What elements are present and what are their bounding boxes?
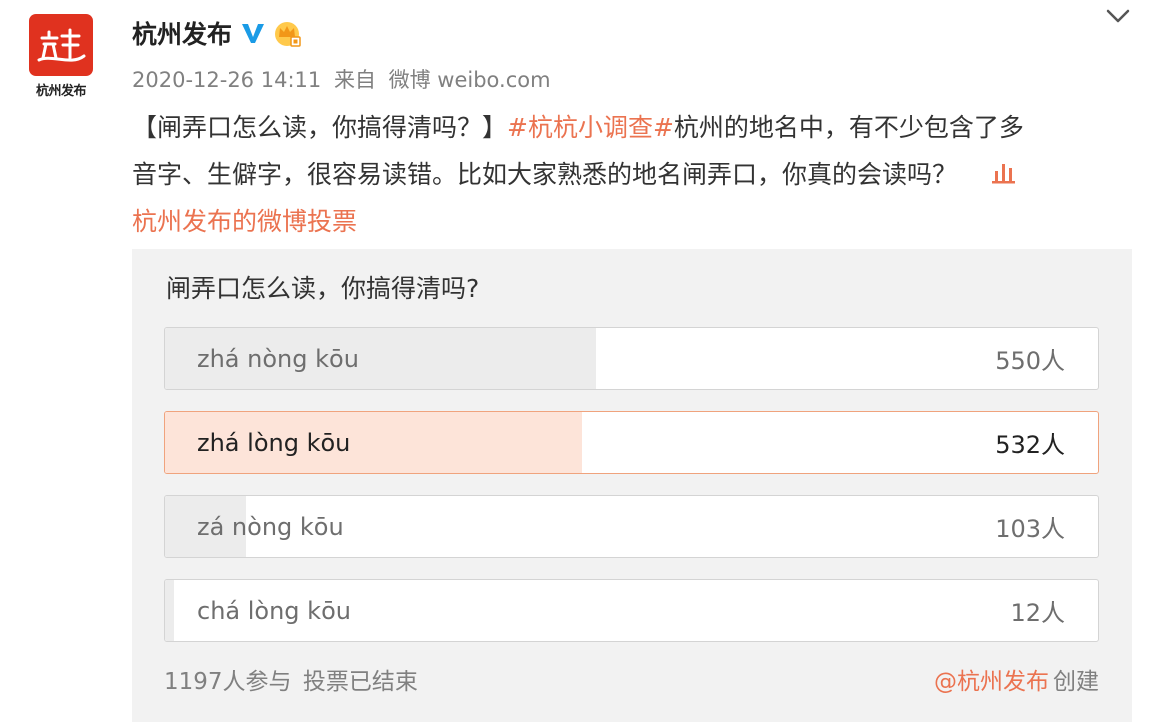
poll-title: 闸弄口怎么读，你搞得清吗? <box>166 274 480 303</box>
option-count: 103人 <box>995 515 1065 543</box>
avatar[interactable]: 杭州发布 <box>26 14 96 99</box>
source-prefix: 来自 <box>333 68 376 92</box>
poll-participants: 1197人参与 <box>164 669 292 695</box>
post-text: 【闸弄口怎么读，你搞得清吗？】#杭杭小调查#杭州的地名中，有不少包含了多 音字、… <box>132 104 1122 245</box>
poll-icon <box>991 153 1017 184</box>
option-label: chá lòng kōu <box>197 596 351 625</box>
option-result-bar <box>165 580 175 641</box>
option-label: zá nòng kōu <box>197 512 344 541</box>
post-headline: 【闸弄口怎么读，你搞得清吗？】 <box>132 113 508 142</box>
post-timestamp[interactable]: 2020-12-26 14:11 <box>132 68 321 92</box>
option-label: zhá nòng kōu <box>197 344 359 373</box>
post-line-3: 杭州发布的微博投票 <box>132 198 1122 245</box>
vote-link[interactable]: 杭州发布的微博投票 <box>132 207 357 236</box>
hangzhou-logo-icon <box>29 14 93 76</box>
option-label: zhá lòng kōu <box>197 428 351 457</box>
option-count: 550人 <box>995 347 1065 375</box>
poll-footer-status: 1197人参与 投票已结束 <box>164 662 422 696</box>
post-line-2-text: 音字、生僻字，很容易读错。比如大家熟悉的地名闸弄口，你真的会读吗？ <box>132 160 958 189</box>
poll-card: 闸弄口怎么读，你搞得清吗? zhá nòng kōu 550人 zhá lòng… <box>132 249 1132 722</box>
avatar-label: 杭州发布 <box>35 84 87 99</box>
poll-option[interactable]: zhá nòng kōu 550人 <box>164 327 1099 390</box>
poll-option[interactable]: zhá lòng kōu 532人 <box>164 411 1099 474</box>
post-source[interactable]: 微博 weibo.com <box>389 68 551 92</box>
poll-footer-creator: @杭州发布 创建 <box>934 662 1099 696</box>
user-name[interactable]: 杭州发布 <box>132 15 232 51</box>
chevron-down-icon[interactable] <box>1104 6 1132 26</box>
post-line-1: 【闸弄口怎么读，你搞得清吗？】#杭杭小调查#杭州的地名中，有不少包含了多 <box>132 104 1122 151</box>
vip-crown-icon[interactable] <box>272 18 302 48</box>
hashtag-link[interactable]: #杭杭小调查# <box>507 113 674 142</box>
poll-option[interactable]: chá lòng kōu 12人 <box>164 579 1099 642</box>
user-header: 杭州发布 <box>132 14 302 52</box>
option-count: 12人 <box>1010 599 1065 627</box>
poll-creator-link[interactable]: @杭州发布 <box>934 669 1049 695</box>
post-meta: 2020-12-26 14:11 来自 微博 weibo.com <box>132 64 557 94</box>
poll-status: 投票已结束 <box>302 669 418 695</box>
post-line-2: 音字、生僻字，很容易读错。比如大家熟悉的地名闸弄口，你真的会读吗？ <box>132 151 1122 198</box>
option-count: 532人 <box>995 431 1065 459</box>
poll-created-label: 创建 <box>1053 669 1099 695</box>
verified-v-icon <box>240 20 266 46</box>
poll-option[interactable]: zá nòng kōu 103人 <box>164 495 1099 558</box>
post-line-1-suffix: 杭州的地名中，有不少包含了多 <box>673 113 1024 142</box>
